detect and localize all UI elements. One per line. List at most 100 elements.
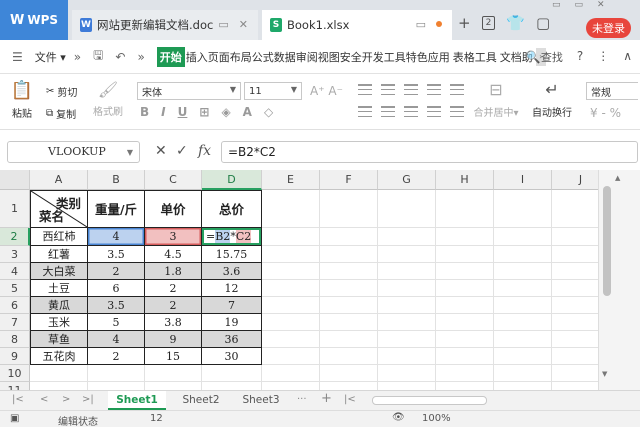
scroll-down-icon[interactable]: ▼ (602, 370, 607, 378)
cell-i2[interactable] (494, 228, 552, 246)
scroll-up-icon[interactable]: ▲ (615, 174, 620, 182)
cell-f5[interactable] (320, 280, 378, 297)
cell-d4[interactable]: 3.6 (202, 263, 262, 280)
cell-c2[interactable]: 3 (145, 228, 202, 246)
cell-f3[interactable] (320, 246, 378, 263)
row-header-6[interactable]: 6 (0, 297, 30, 314)
eye-protect-icon[interactable]: 👁 (392, 412, 405, 423)
cell-c9[interactable]: 15 (145, 348, 202, 365)
menu-security[interactable]: 安全 (340, 49, 362, 65)
cell-e3[interactable] (262, 246, 320, 263)
column-header-i[interactable]: I (494, 170, 552, 190)
column-header-c[interactable]: C (145, 170, 202, 190)
cell-g1[interactable] (378, 190, 436, 228)
cell-h9[interactable] (436, 348, 494, 365)
cell-e11[interactable] (262, 382, 320, 390)
align-left-icon[interactable] (358, 106, 372, 117)
menu-data[interactable]: 数据 (274, 49, 296, 65)
cell-h3[interactable] (436, 246, 494, 263)
cell-e6[interactable] (262, 297, 320, 314)
close-window-icon[interactable]: ✕ (597, 0, 605, 10)
tab-count-badge[interactable]: 2 (481, 16, 496, 30)
cell-e10[interactable] (262, 365, 320, 382)
cell-g2[interactable] (378, 228, 436, 246)
column-header-h[interactable]: H (436, 170, 494, 190)
tab-screen-icon[interactable]: ▭ (218, 18, 228, 31)
cell-i9[interactable] (494, 348, 552, 365)
cell-e1[interactable] (262, 190, 320, 228)
cell-a6[interactable]: 黄瓜 (30, 297, 88, 314)
align-center-icon[interactable] (381, 106, 395, 117)
cell-h4[interactable] (436, 263, 494, 280)
cell-g5[interactable] (378, 280, 436, 297)
cell-f2[interactable] (320, 228, 378, 246)
row-header-2[interactable]: 2 (0, 228, 30, 246)
cell-b6[interactable]: 3.5 (88, 297, 145, 314)
cell-i10[interactable] (494, 365, 552, 382)
cell-f4[interactable] (320, 263, 378, 280)
menu-view[interactable]: 视图 (318, 49, 340, 65)
row-header-5[interactable]: 5 (0, 280, 30, 297)
row-header-4[interactable]: 4 (0, 263, 30, 280)
currency-icon[interactable]: ¥ - % (590, 106, 621, 120)
cell-f9[interactable] (320, 348, 378, 365)
row-header-11[interactable]: 11 (0, 382, 30, 390)
cell-i5[interactable] (494, 280, 552, 297)
align-top-icon[interactable] (358, 84, 372, 95)
number-format-select[interactable]: 常规 (586, 82, 638, 100)
cell-f1[interactable] (320, 190, 378, 228)
distributed-icon[interactable] (450, 106, 464, 117)
cell-i3[interactable] (494, 246, 552, 263)
more-options-icon[interactable]: ⋮ (597, 49, 609, 65)
align-bottom-icon[interactable] (404, 84, 418, 95)
cell-j10[interactable] (552, 365, 598, 382)
copy-button[interactable]: ⧉ 复制 (46, 106, 76, 121)
cell-c10[interactable] (145, 365, 202, 382)
cell-h7[interactable] (436, 314, 494, 331)
cell-b7[interactable]: 5 (88, 314, 145, 331)
cell-d8[interactable]: 36 (202, 331, 262, 348)
first-sheet-icon[interactable]: |< (12, 394, 24, 405)
macro-record-icon[interactable]: ▣ (10, 413, 19, 424)
bold-icon[interactable]: B (140, 105, 149, 119)
cell-d6[interactable]: 7 (202, 297, 262, 314)
scrollbar-thumb[interactable] (603, 186, 611, 296)
cell-j3[interactable] (552, 246, 598, 263)
hamburger-menu-icon[interactable]: ☰ (12, 50, 23, 64)
cell-b10[interactable] (88, 365, 145, 382)
cell-b4[interactable]: 2 (88, 263, 145, 280)
horizontal-scrollbar[interactable] (372, 396, 487, 405)
cell-h11[interactable] (436, 382, 494, 390)
menu-review[interactable]: 审阅 (296, 49, 318, 65)
cell-g8[interactable] (378, 331, 436, 348)
row-header-9[interactable]: 9 (0, 348, 30, 365)
fill-color-icon[interactable]: ◈ (221, 105, 230, 119)
search-button[interactable]: 🔍查找 (526, 49, 563, 65)
cell-b3[interactable]: 3.5 (88, 246, 145, 263)
cell-c7[interactable]: 3.8 (145, 314, 202, 331)
menu-insert[interactable]: 插入 (186, 49, 208, 65)
cell-c6[interactable]: 2 (145, 297, 202, 314)
cell-c11[interactable] (145, 382, 202, 390)
cell-c4[interactable]: 1.8 (145, 263, 202, 280)
cell-g11[interactable] (378, 382, 436, 390)
menu-table-tools[interactable]: 表格工具 (453, 49, 497, 65)
name-box[interactable]: VLOOKUP ▼ (7, 141, 140, 163)
cell-c5[interactable]: 2 (145, 280, 202, 297)
cell-b8[interactable]: 4 (88, 331, 145, 348)
paste-button[interactable]: 📋 粘贴 (8, 80, 36, 120)
font-grow-icon[interactable]: A⁺ A⁻ (310, 84, 343, 98)
cell-f10[interactable] (320, 365, 378, 382)
cut-button[interactable]: ✂ 剪切 (46, 84, 77, 99)
indent-icon[interactable] (427, 84, 441, 95)
cell-j6[interactable] (552, 297, 598, 314)
cell-h1[interactable] (436, 190, 494, 228)
column-header-a[interactable]: A (30, 170, 88, 190)
outdent-icon[interactable] (450, 84, 464, 95)
cell-j5[interactable] (552, 280, 598, 297)
border-icon[interactable]: ⊞ (199, 105, 209, 119)
cell-e9[interactable] (262, 348, 320, 365)
cell-d7[interactable]: 19 (202, 314, 262, 331)
cell-e7[interactable] (262, 314, 320, 331)
menu-home[interactable]: 开始 (156, 46, 185, 67)
